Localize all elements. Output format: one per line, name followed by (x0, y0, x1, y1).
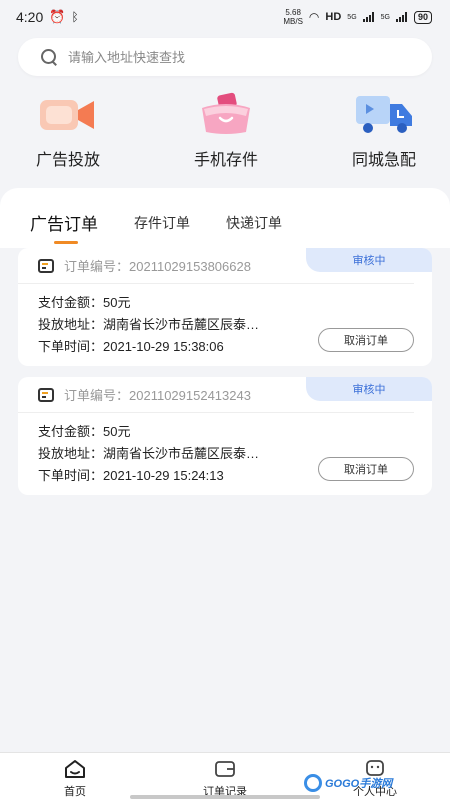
status-right: 5.68 MB/S ◠ HD 5G 5G 90 (283, 8, 432, 26)
bluetooth-icon: ᛒ (71, 10, 79, 24)
watermark-text: GOGO手游网 (325, 778, 393, 790)
order-card[interactable]: 订单编号：20211029152413243 审核中 支付金额：50元 投放地址… (18, 377, 432, 495)
address-value: 湖南省长沙市岳麓区辰泰… (103, 446, 260, 461)
order-list-icon (38, 387, 54, 402)
quick-item-phone-storage[interactable]: 手机存件 (166, 92, 286, 170)
signal-icon-2 (395, 12, 408, 22)
cancel-order-button[interactable]: 取消订单 (318, 328, 414, 352)
amount-value: 50元 (103, 295, 131, 310)
address-label: 投放地址： (38, 446, 104, 461)
quick-item-same-city-delivery[interactable]: 同城急配 (324, 92, 444, 170)
order-number: 订单编号：20211029153806628 (64, 256, 251, 275)
watermark-logo-icon (304, 774, 322, 792)
address-value: 湖南省长沙市岳麓区辰泰… (103, 317, 260, 332)
address-label: 投放地址： (38, 317, 104, 332)
order-header: 订单编号：20211029152413243 审核中 (18, 377, 432, 413)
quick-nav: 广告投放 手机存件 同城急配 (0, 92, 450, 176)
order-amount-row: 支付金额：50元 (38, 421, 432, 443)
nav-item-label: 首页 (64, 786, 86, 798)
battery-indicator: 90 (413, 10, 432, 24)
amount-value: 50元 (103, 424, 131, 439)
status-badge: 审核中 (306, 377, 432, 401)
hd-label: HD (325, 11, 342, 23)
time-value: 2021-10-29 15:24:13 (103, 468, 224, 483)
alarm-icon: ⏰ (49, 9, 66, 24)
tab-storage-orders[interactable]: 存件订单 (134, 213, 190, 233)
signal-2-label: 5G (380, 13, 390, 21)
signal-icon (362, 12, 375, 22)
status-bar: 4:20 ⏰ ᛒ 5.68 MB/S ◠ HD 5G 5G 90 (0, 0, 450, 34)
order-number-value: 20211029152413243 (129, 388, 251, 403)
camera-icon (38, 92, 98, 136)
net-speed-unit: MB/S (283, 17, 303, 26)
order-amount-row: 支付金额：50元 (38, 292, 432, 314)
order-number-value: 20211029153806628 (129, 259, 251, 274)
net-speed: 5.68 MB/S (283, 8, 303, 26)
quick-item-label: 同城急配 (351, 152, 416, 169)
order-tabs: 广告订单 存件订单 快递订单 (30, 210, 318, 244)
home-icon (64, 759, 86, 779)
quick-item-label: 手机存件 (193, 152, 258, 169)
order-list-icon (38, 258, 54, 273)
bag-icon (196, 92, 256, 136)
search-bar[interactable] (18, 38, 432, 76)
time-label: 下单时间： (38, 468, 104, 483)
quick-item-ad-placement[interactable]: 广告投放 (8, 92, 128, 170)
tab-ad-orders[interactable]: 广告订单 (30, 210, 98, 244)
search-input[interactable] (68, 49, 388, 65)
search-icon (40, 48, 58, 66)
orders-panel: 广告订单 存件订单 快递订单 订单编号：20211029153806628 审核… (0, 188, 450, 758)
net-speed-value: 5.68 (285, 8, 301, 17)
clock-time: 4:20 (16, 9, 44, 25)
order-card[interactable]: 订单编号：20211029153806628 审核中 支付金额：50元 投放地址… (18, 248, 432, 366)
cancel-order-button[interactable]: 取消订单 (318, 457, 414, 481)
order-number-label: 订单编号： (64, 259, 130, 274)
order-header: 订单编号：20211029153806628 审核中 (18, 248, 432, 284)
signal-1-label: 5G (347, 13, 357, 21)
tab-express-orders[interactable]: 快递订单 (226, 213, 282, 233)
watermark-logo: GOGO手游网 (304, 772, 396, 794)
time-value: 2021-10-29 15:38:06 (103, 339, 224, 354)
nav-item-home[interactable]: 首页 (35, 759, 115, 799)
home-indicator[interactable] (130, 795, 320, 799)
time-label: 下单时间： (38, 339, 104, 354)
quick-item-label: 广告投放 (35, 152, 100, 169)
amount-label: 支付金额： (38, 424, 104, 439)
amount-label: 支付金额： (38, 295, 104, 310)
wifi-icon: ◠ (308, 10, 320, 24)
order-number: 订单编号：20211029152413243 (64, 385, 251, 404)
order-number-label: 订单编号： (64, 388, 130, 403)
delivery-truck-icon (354, 92, 414, 136)
nav-item-order-records[interactable]: 订单记录 (185, 759, 265, 799)
status-badge: 审核中 (306, 248, 432, 272)
status-left: 4:20 ⏰ ᛒ (16, 9, 79, 25)
wallet-icon (214, 759, 236, 779)
